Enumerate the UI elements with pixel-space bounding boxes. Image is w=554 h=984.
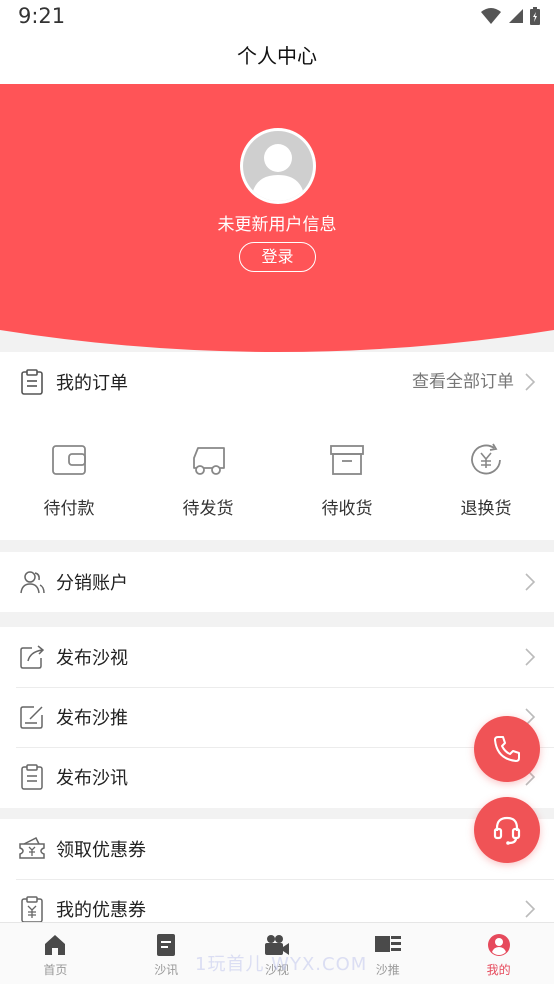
yuan-exchange-icon bbox=[471, 443, 501, 475]
order-status-returns[interactable]: 退换货 bbox=[417, 440, 554, 519]
status-icons bbox=[480, 7, 540, 25]
my-coupons-label: 我的优惠券 bbox=[56, 900, 146, 921]
chevron-right-icon bbox=[525, 373, 536, 391]
battery-icon bbox=[530, 7, 540, 25]
avatar[interactable] bbox=[240, 128, 316, 204]
distribution-card: 分销账户 bbox=[0, 552, 554, 612]
default-avatar-icon bbox=[243, 131, 313, 201]
order-status-pending-payment[interactable]: 待付款 bbox=[0, 440, 138, 519]
chevron-right-icon bbox=[525, 648, 536, 666]
publish-news-label: 发布沙讯 bbox=[56, 768, 128, 789]
user-info-text[interactable]: 未更新用户信息 bbox=[0, 210, 554, 235]
tab-mine[interactable]: 我的 bbox=[443, 923, 554, 984]
phone-call-button[interactable] bbox=[474, 716, 540, 782]
publish-video-label: 发布沙视 bbox=[56, 648, 128, 669]
distribution-account-label: 分销账户 bbox=[56, 573, 128, 594]
coupon-clipboard-icon bbox=[21, 896, 43, 922]
orders-card: 我的订单 查看全部订单 待付款 待发货 待收货 退换货 bbox=[0, 352, 554, 540]
phone-icon bbox=[494, 736, 520, 762]
edit-square-icon bbox=[20, 706, 43, 729]
clipboard-icon bbox=[21, 764, 43, 790]
share-edit-icon bbox=[20, 645, 45, 669]
my-orders-label: 我的订单 bbox=[56, 373, 128, 394]
ticket-icon bbox=[19, 836, 45, 859]
customer-service-button[interactable] bbox=[474, 797, 540, 863]
user-circle-icon bbox=[487, 934, 510, 956]
tab-label: 首页 bbox=[43, 963, 68, 977]
my-coupons-row[interactable]: 我的优惠券 bbox=[0, 879, 554, 922]
publish-video-row[interactable]: 发布沙视 bbox=[0, 627, 554, 687]
order-status-pending-receipt[interactable]: 待收货 bbox=[278, 440, 416, 519]
login-button[interactable]: 登录 bbox=[239, 242, 316, 272]
publish-push-row[interactable]: 发布沙推 bbox=[0, 687, 554, 747]
order-status-label: 待发货 bbox=[182, 499, 234, 519]
chevron-right-icon bbox=[525, 900, 536, 918]
truck-icon bbox=[193, 447, 225, 475]
tab-label: 我的 bbox=[486, 963, 511, 977]
coupons-card: 领取优惠券 我的优惠券 bbox=[0, 819, 554, 922]
claim-coupon-label: 领取优惠券 bbox=[56, 840, 146, 861]
wallet-icon bbox=[52, 445, 86, 475]
order-status-label: 待收货 bbox=[321, 499, 373, 519]
watermark: 1玩首儿 WYX.COM bbox=[195, 954, 368, 975]
clipboard-icon bbox=[21, 369, 43, 395]
document-icon bbox=[157, 934, 176, 956]
order-status-label: 待付款 bbox=[43, 499, 95, 519]
claim-coupon-row[interactable]: 领取优惠券 bbox=[0, 819, 554, 879]
page-title: 个人中心 bbox=[237, 44, 317, 68]
box-icon bbox=[330, 445, 364, 475]
headset-icon bbox=[493, 816, 521, 845]
status-time: 9:21 bbox=[18, 4, 66, 28]
home-icon bbox=[45, 935, 66, 955]
view-all-orders-link[interactable]: 查看全部订单 bbox=[412, 367, 514, 392]
distribution-account-row[interactable]: 分销账户 bbox=[0, 552, 554, 612]
news-icon bbox=[374, 936, 401, 952]
profile-header: 未更新用户信息 登录 bbox=[0, 84, 554, 352]
signal-icon bbox=[509, 9, 523, 23]
wifi-icon bbox=[481, 8, 501, 24]
status-bar: 9:21 bbox=[0, 0, 554, 36]
publish-news-row[interactable]: 发布沙讯 bbox=[0, 747, 554, 807]
order-status-label: 退换货 bbox=[460, 499, 512, 519]
publish-push-label: 发布沙推 bbox=[56, 708, 128, 729]
my-orders-row[interactable]: 我的订单 查看全部订单 bbox=[0, 352, 554, 412]
publish-card: 发布沙视 发布沙推 发布沙讯 bbox=[0, 627, 554, 808]
title-bar: 个人中心 bbox=[0, 36, 554, 84]
order-status-pending-shipment[interactable]: 待发货 bbox=[139, 440, 277, 519]
tab-home[interactable]: 首页 bbox=[0, 923, 111, 984]
users-icon bbox=[20, 571, 45, 594]
chevron-right-icon bbox=[525, 573, 536, 591]
